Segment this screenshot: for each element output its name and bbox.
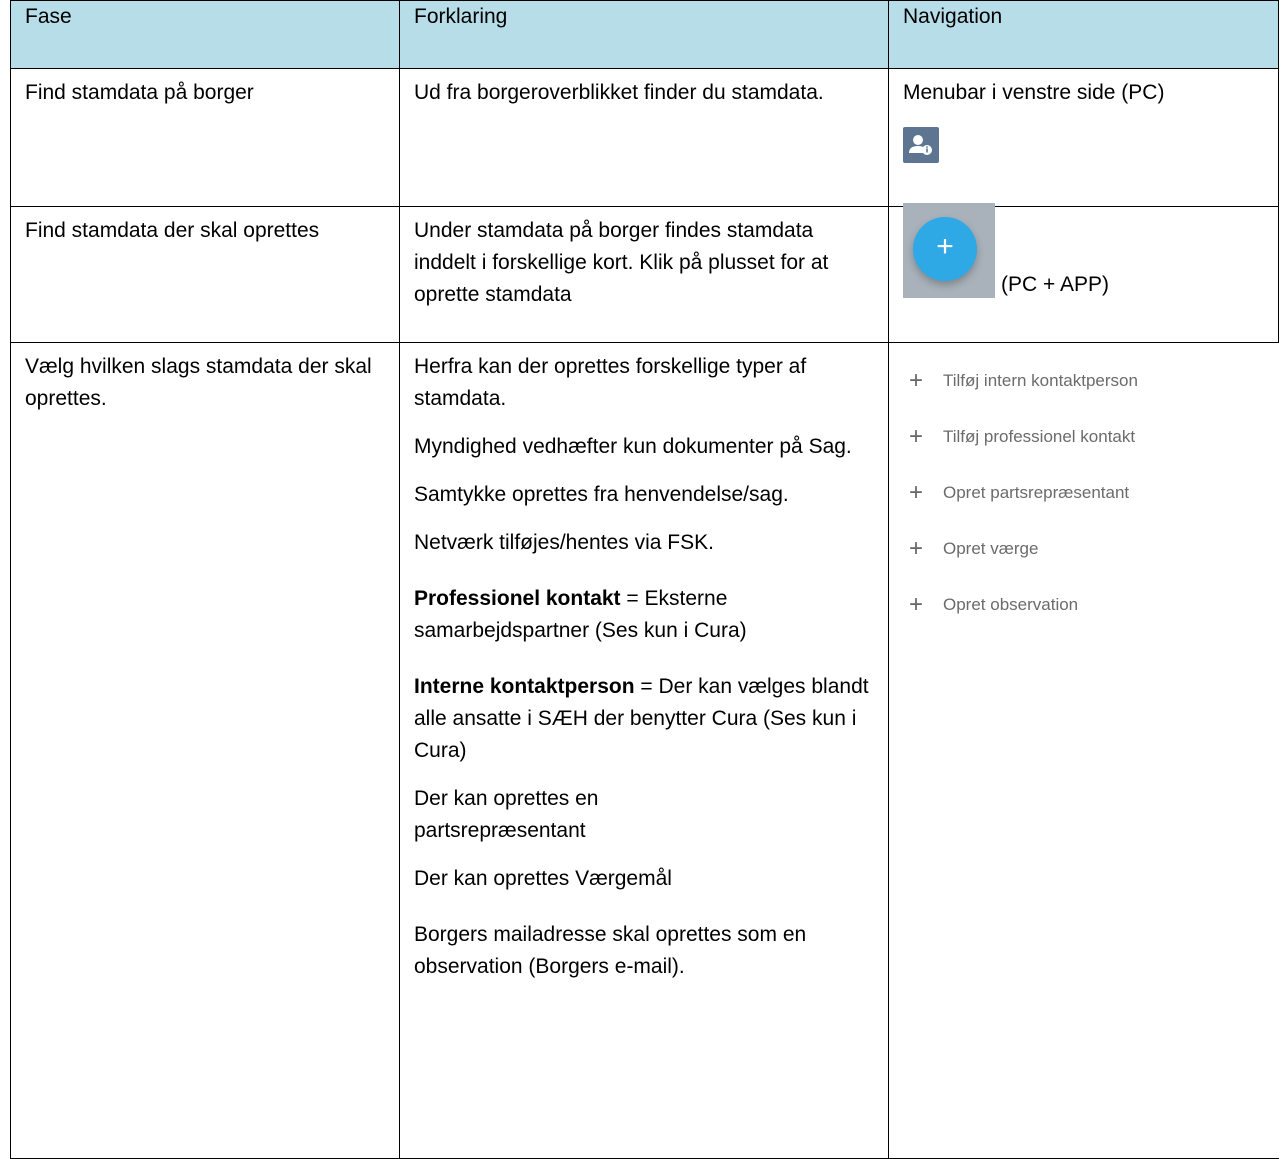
- menu-item-professionel-kontakt[interactable]: + Tilføj professionel kontakt: [909, 409, 1279, 465]
- menu-item-vaerge[interactable]: + Opret værge: [909, 521, 1279, 577]
- forklaring-paragraph: Professionel kontakt = Eksterne samarbej…: [414, 583, 874, 647]
- forklaring-cell: Herfra kan der oprettes forskellige type…: [399, 342, 889, 1159]
- fab-screenshot: +: [903, 203, 995, 298]
- navigation-cell: + Tilføj intern kontaktperson + Tilføj p…: [888, 342, 1279, 1159]
- menu-item-label: Tilføj professionel kontakt: [943, 427, 1136, 446]
- menu-item-label: Tilføj intern kontaktperson: [943, 371, 1138, 390]
- menu-item-label: Opret observation: [943, 595, 1079, 614]
- menu-item-label: Opret partsrepræsentant: [943, 483, 1130, 502]
- forklaring-cell: Under stamdata på borger findes stamdata…: [399, 206, 889, 343]
- menu-item-partsrepraesentant[interactable]: + Opret partsrepræsentant: [909, 465, 1279, 521]
- bold-term: Professionel kontakt: [414, 587, 621, 610]
- forklaring-paragraph: Herfra kan der oprettes forskellige type…: [414, 355, 807, 410]
- person-info-icon[interactable]: [903, 127, 939, 163]
- navigation-cell: Menubar i venstre side (PC): [888, 68, 1279, 207]
- fase-cell: Find stamdata der skal oprettes: [10, 206, 400, 343]
- menu-item-label: Opret værge: [943, 539, 1039, 558]
- header-navigation: Navigation: [888, 0, 1279, 69]
- plus-icon: +: [909, 591, 924, 618]
- forklaring-paragraph: Interne kontaktperson = Der kan vælges b…: [414, 671, 874, 767]
- forklaring-paragraph: Borgers mailadresse skal oprettes som en…: [414, 923, 807, 978]
- plus-icon: +: [909, 535, 924, 562]
- fase-cell: Find stamdata på borger: [10, 68, 400, 207]
- add-stamdata-menu: + Tilføj intern kontaktperson + Tilføj p…: [909, 353, 1279, 633]
- menu-item-intern-kontaktperson[interactable]: + Tilføj intern kontaktperson: [909, 353, 1279, 409]
- forklaring-paragraph: Myndighed vedhæfter kun dokumenter på Sa…: [414, 435, 852, 458]
- navigation-text: Menubar i venstre side (PC): [903, 81, 1165, 104]
- forklaring-paragraph: Der kan oprettes en partsrepræsentant: [414, 787, 599, 842]
- forklaring-paragraph: Der kan oprettes Værgemål: [414, 867, 672, 890]
- header-row: Fase Forklaring Navigation: [10, 0, 1279, 69]
- header-fase: Fase: [10, 0, 400, 69]
- table-row: Find stamdata der skal oprettes Under st…: [10, 203, 1279, 343]
- table-row: Vælg hvilken slags stamdata der skal opr…: [10, 342, 1279, 1159]
- forklaring-paragraph: Samtykke oprettes fra henvendelse/sag.: [414, 483, 789, 506]
- stamdata-guide-table: Fase Forklaring Navigation Find stamdata…: [10, 0, 1279, 1159]
- navigation-cell: + (PC + APP): [888, 203, 1279, 343]
- add-fab-button[interactable]: +: [913, 217, 977, 281]
- table-row: Find stamdata på borger Ud fra borgerove…: [10, 68, 1279, 207]
- forklaring-paragraph: Netværk tilføjes/hentes via FSK.: [414, 531, 714, 554]
- fase-cell: Vælg hvilken slags stamdata der skal opr…: [10, 342, 400, 1159]
- navigation-text: (PC + APP): [1001, 273, 1109, 296]
- forklaring-text: Under stamdata på borger findes stamdata…: [414, 219, 829, 306]
- header-forklaring: Forklaring: [399, 0, 889, 69]
- menu-item-observation[interactable]: + Opret observation: [909, 577, 1279, 633]
- bold-term: Interne kontaktperson: [414, 675, 635, 698]
- plus-icon: +: [909, 479, 924, 506]
- plus-icon: +: [909, 423, 924, 450]
- forklaring-text: Ud fra borgeroverblikket finder du stamd…: [414, 81, 824, 104]
- forklaring-cell: Ud fra borgeroverblikket finder du stamd…: [399, 68, 889, 207]
- plus-icon: +: [909, 367, 924, 394]
